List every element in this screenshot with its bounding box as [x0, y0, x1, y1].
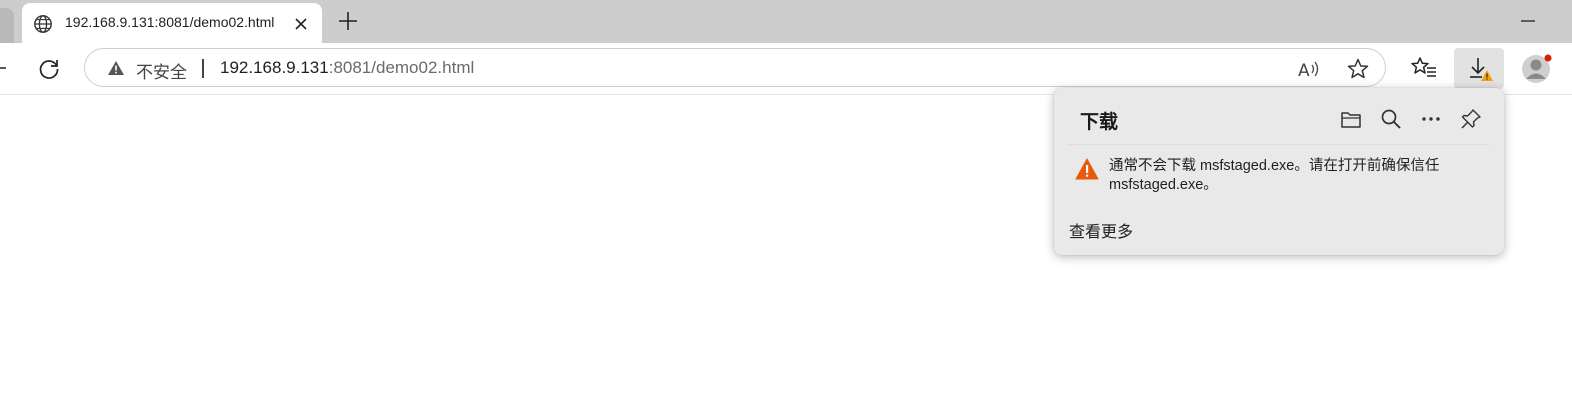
previous-tab-edge[interactable]	[0, 8, 14, 43]
add-favorite-star-icon[interactable]	[1346, 57, 1370, 81]
globe-icon	[34, 15, 52, 33]
download-warning-message: 通常不会下载 msfstaged.exe。请在打开前确保信任 msfstaged…	[1109, 158, 1440, 193]
security-divider	[202, 59, 204, 78]
more-options-icon[interactable]	[1419, 107, 1443, 131]
url-path: :8081/demo02.html	[328, 58, 475, 77]
reload-icon[interactable]	[36, 56, 62, 82]
active-tab[interactable]: 192.168.9.131:8081/demo02.html	[22, 3, 322, 43]
not-secure-warning-icon[interactable]	[107, 60, 125, 76]
downloads-button[interactable]	[1454, 48, 1504, 89]
svg-text:A: A	[1298, 61, 1310, 81]
open-folder-icon[interactable]	[1339, 107, 1363, 131]
address-bar[interactable]: 不安全 192.168.9.131:8081/demo02.html A	[84, 48, 1386, 87]
security-status-label[interactable]: 不安全	[136, 58, 187, 83]
download-warning-icon	[1470, 58, 1493, 81]
see-more-link[interactable]: 查看更多	[1069, 218, 1133, 242]
url-host: 192.168.9.131	[220, 58, 329, 77]
downloads-flyout: 下载 通常不会下载 msfstaged.exe。请在打开前确保信任 msfsta…	[1054, 88, 1504, 255]
downloads-title: 下载	[1080, 112, 1119, 133]
read-aloud-icon[interactable]: A	[1297, 57, 1321, 81]
profile-avatar-icon[interactable]	[1520, 52, 1554, 86]
new-tab-icon[interactable]	[336, 9, 360, 33]
search-icon[interactable]	[1379, 107, 1403, 131]
tab-title: 192.168.9.131:8081/demo02.html	[65, 14, 275, 30]
close-tab-icon[interactable]	[292, 15, 310, 33]
favorites-icon[interactable]	[1410, 55, 1438, 81]
tab-strip: 192.168.9.131:8081/demo02.html	[0, 0, 1572, 43]
header-divider	[1068, 144, 1490, 145]
pin-icon[interactable]	[1459, 107, 1483, 131]
warning-triangle-icon	[1075, 158, 1099, 180]
back-arrow-icon[interactable]	[0, 58, 10, 78]
url-text[interactable]: 192.168.9.131:8081/demo02.html	[220, 58, 474, 78]
minimize-icon[interactable]	[1518, 13, 1538, 29]
